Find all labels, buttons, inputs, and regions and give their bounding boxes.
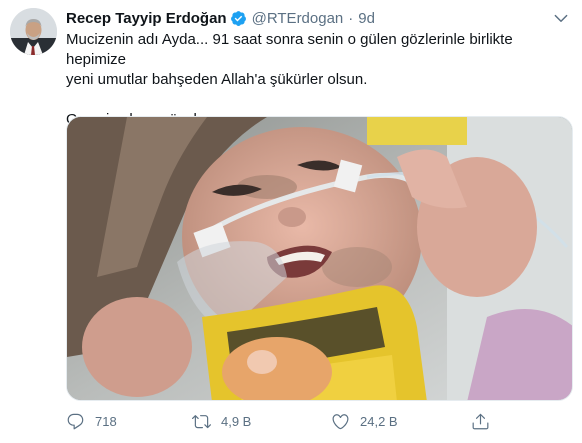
reply-count: 718	[95, 413, 117, 429]
heart-icon	[332, 413, 349, 429]
author-name[interactable]: Recep Tayyip Erdoğan	[66, 10, 227, 27]
reply-icon	[67, 413, 84, 429]
tweet-header: Recep Tayyip Erdoğan @RTErdogan · 9d	[66, 8, 571, 28]
tweet-actions: 718 4,9 B 24,2 B	[66, 408, 536, 434]
tweet-text-line-2: yeni umutlar bahşeden Allah'a şükürler o…	[66, 71, 368, 88]
avatar-image	[10, 8, 57, 55]
tweet-text-line-1: Mucizenin adı Ayda... 91 saat sonra seni…	[66, 31, 513, 68]
share-icon	[472, 413, 489, 429]
share-button[interactable]	[471, 412, 490, 431]
like-button[interactable]: 24,2 B	[331, 412, 398, 431]
author-handle[interactable]: @RTErdogan	[252, 10, 344, 27]
tweet-text: Mucizenin adı Ayda... 91 saat sonra seni…	[66, 30, 576, 130]
more-options-chevron-down-icon[interactable]	[551, 8, 571, 28]
tweet-timestamp[interactable]: 9d	[358, 10, 375, 27]
retweet-count: 4,9 B	[221, 413, 252, 429]
reply-button[interactable]: 718	[66, 412, 117, 431]
tweet[interactable]: Recep Tayyip Erdoğan @RTErdogan · 9d Muc…	[0, 0, 582, 443]
photo-image	[67, 117, 572, 400]
retweet-button[interactable]: 4,9 B	[192, 412, 251, 431]
retweet-icon	[192, 414, 211, 428]
tweet-photo[interactable]	[66, 116, 573, 401]
avatar[interactable]	[10, 8, 57, 55]
separator-dot: ·	[348, 9, 354, 27]
verified-badge-icon	[230, 10, 247, 27]
like-count: 24,2 B	[360, 413, 398, 429]
